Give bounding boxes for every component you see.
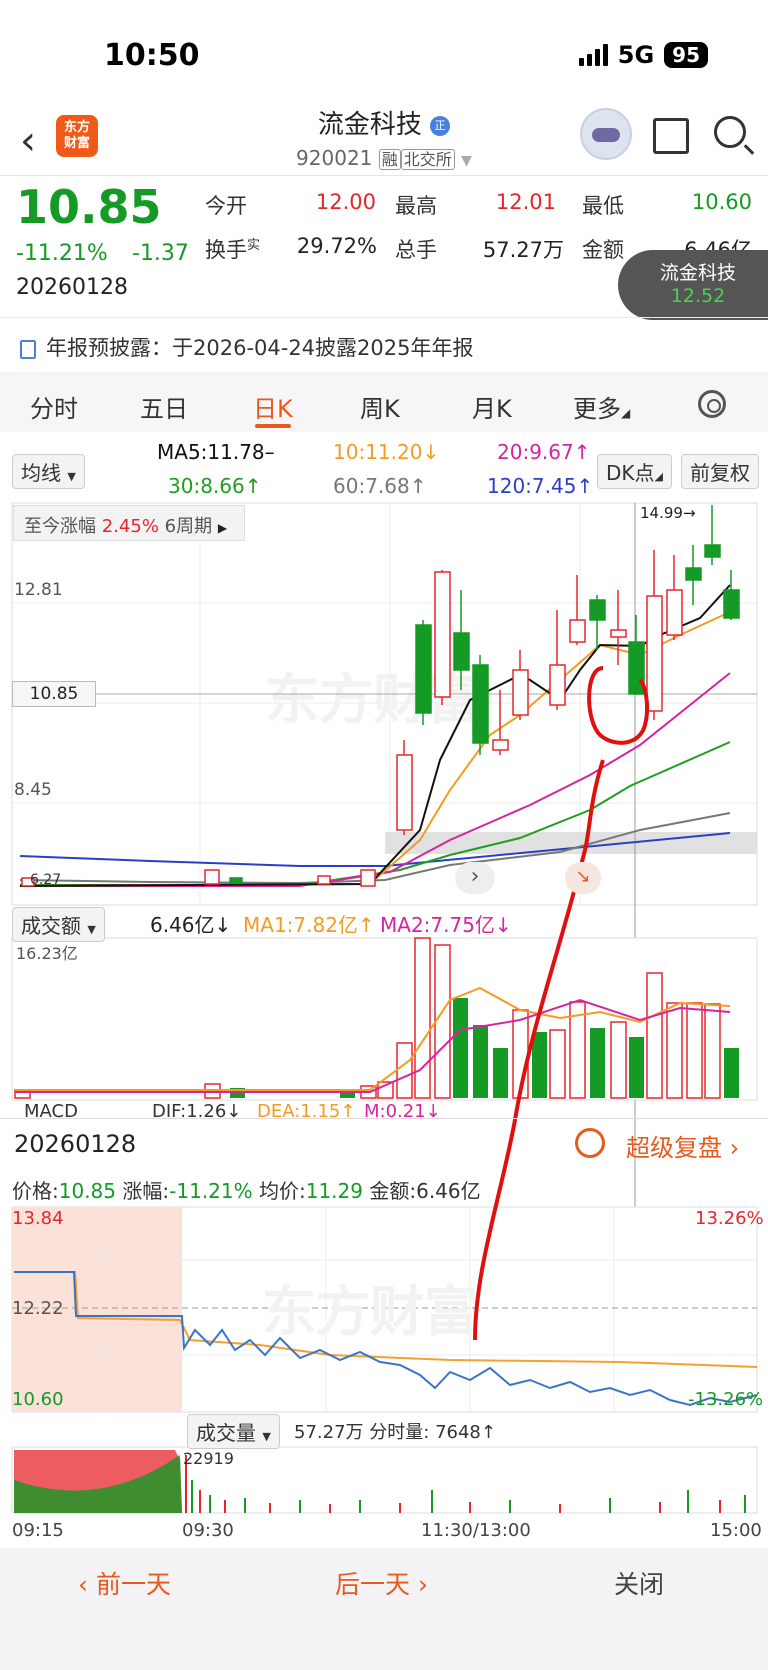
intraday-summary: 价格:10.85 涨幅:-11.21% 均价:11.29 金额:6.46亿 bbox=[12, 1179, 481, 1203]
time-label-start: 09:15 bbox=[12, 1520, 64, 1541]
amount-max-label: 16.23亿 bbox=[16, 944, 78, 963]
intraday-y-top: 13.84 bbox=[12, 1208, 64, 1229]
current-price-marker: 10.85 bbox=[12, 681, 96, 707]
intraday-y-bot: 10.60 bbox=[12, 1389, 64, 1410]
intraday-y-mid: 12.22 bbox=[12, 1298, 64, 1319]
scroll-right-button[interactable]: › bbox=[455, 862, 495, 894]
time-label-open: 09:30 bbox=[182, 1520, 234, 1541]
range-change-box[interactable]: 至今涨幅 2.45% 6周期 ▶ bbox=[13, 505, 245, 541]
collapse-icon[interactable]: ↘ bbox=[565, 862, 601, 894]
super-replay-link[interactable]: 超级复盘 › bbox=[626, 1128, 739, 1163]
history-icon[interactable] bbox=[575, 1128, 605, 1158]
next-day-button[interactable]: 后一天 › bbox=[335, 1565, 428, 1601]
intraday-date: 20260128 bbox=[14, 1130, 137, 1158]
intraday-watermark: 东方财富 bbox=[262, 1280, 478, 1343]
volume-summary: 57.27万 分时量: 7648↑ bbox=[294, 1422, 496, 1443]
amount-value-label: 6.46亿↓ bbox=[150, 913, 232, 937]
y-label-low: 8.45 bbox=[14, 780, 52, 800]
volume-peak-label: 22919 bbox=[183, 1449, 234, 1468]
close-button[interactable]: 关闭 bbox=[614, 1565, 664, 1601]
macd-bar: MACD DIF:1.26↓ DEA:1.15↑ M:0.21↓ bbox=[24, 1104, 441, 1118]
amount-ma2: MA2:7.75亿↓ bbox=[380, 913, 512, 937]
y-label-top: 12.81 bbox=[14, 580, 63, 600]
low-marker: 6.27 bbox=[30, 872, 62, 888]
time-label-noon: 11:30/13:00 bbox=[421, 1520, 531, 1541]
amount-selector[interactable]: 成交额 ▼ bbox=[12, 907, 105, 942]
divider bbox=[0, 1118, 768, 1119]
high-marker: 14.99→ bbox=[640, 504, 696, 522]
prev-day-button[interactable]: ‹ 前一天 bbox=[78, 1565, 171, 1601]
amount-ma1: MA1:7.82亿↑ bbox=[243, 913, 375, 937]
volume-selector[interactable]: 成交量 ▼ bbox=[187, 1414, 280, 1449]
intraday-pct-bot: -13.26% bbox=[688, 1389, 764, 1410]
time-label-close: 15:00 bbox=[710, 1520, 762, 1541]
intraday-pct-top: 13.26% bbox=[695, 1208, 764, 1229]
